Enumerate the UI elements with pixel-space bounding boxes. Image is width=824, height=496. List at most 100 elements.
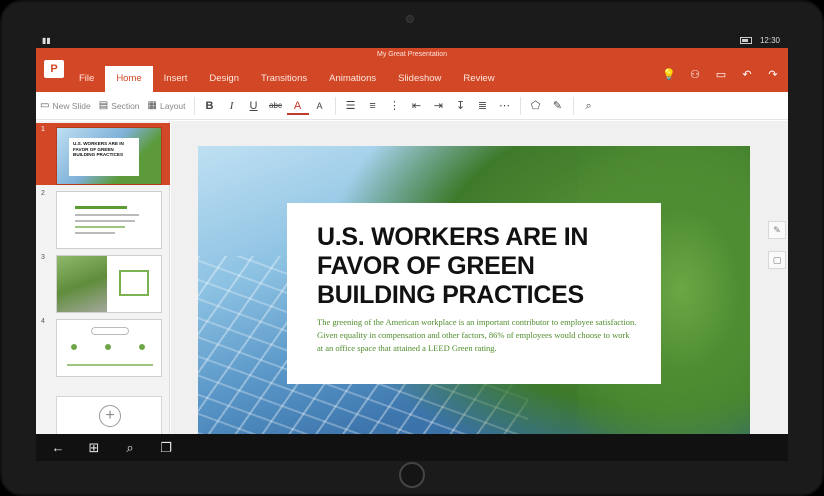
- thumbnail-line: [75, 232, 115, 234]
- slide-thumbnail-3[interactable]: [56, 255, 162, 313]
- underline-button[interactable]: U: [243, 95, 265, 117]
- format-painter-icon[interactable]: ✎: [547, 95, 569, 117]
- ribbon-divider: [334, 96, 336, 115]
- ribbon-divider: [572, 96, 574, 115]
- thumbnail-pill: [91, 327, 129, 335]
- camera-icon: [406, 15, 414, 23]
- windows-taskbar: ← ⊞ ⌕ ❐: [36, 434, 788, 461]
- layout-icon: ▦: [147, 100, 157, 111]
- slide-heading-line: U.S. WORKERS ARE IN: [317, 223, 589, 251]
- thumbnail-row[interactable]: 3: [36, 251, 170, 313]
- slide-heading-line: BUILDING PRACTICES: [317, 281, 584, 309]
- comments-icon[interactable]: ▢: [768, 251, 786, 269]
- screen: ▮▮ 12:30 My Great Presentation P File Ho…: [36, 34, 788, 461]
- thumbnail-caption: U.S. WORKERS ARE IN FAVOR OF GREEN BUILD…: [73, 141, 124, 157]
- new-slide-icon: ▭: [40, 100, 50, 111]
- edit-notes-icon[interactable]: ✎: [768, 221, 786, 239]
- find-icon[interactable]: ⌕: [578, 95, 600, 117]
- tab-transitions[interactable]: Transitions: [250, 66, 318, 92]
- align-icon[interactable]: ≣: [472, 95, 494, 117]
- text-direction-icon[interactable]: ↧: [450, 95, 472, 117]
- powerpoint-logo-icon: P: [44, 60, 64, 78]
- thumbnail-line: [75, 206, 127, 209]
- font-color-button[interactable]: A: [286, 97, 309, 115]
- slide-heading-line: FAVOR OF GREEN: [317, 252, 535, 280]
- multilevel-list-icon[interactable]: ⋮: [384, 95, 406, 117]
- side-tools: ✎ ▢: [766, 221, 788, 281]
- new-slide-button[interactable]: ▭ New Slide: [36, 95, 95, 117]
- highlight-button[interactable]: A: [309, 95, 331, 117]
- document-title: My Great Presentation: [376, 51, 448, 58]
- slide-thumbnail-1[interactable]: U.S. WORKERS ARE IN FAVOR OF GREEN BUILD…: [56, 127, 162, 185]
- thumbnail-dot: [105, 344, 111, 350]
- tab-animations[interactable]: Animations: [318, 66, 387, 92]
- italic-button[interactable]: I: [221, 95, 243, 117]
- slide-heading: U.S. WORKERS ARE IN FAVOR OF GREEN BUILD…: [317, 223, 645, 310]
- thumbnail-row[interactable]: 1 U.S. WORKERS ARE IN FAVOR OF GREEN BUI…: [36, 123, 170, 185]
- layout-button[interactable]: ▦ Layout: [144, 95, 190, 117]
- slide-text-box[interactable]: U.S. WORKERS ARE IN FAVOR OF GREEN BUILD…: [287, 203, 661, 384]
- present-icon[interactable]: ▭: [714, 68, 728, 82]
- strikethrough-button[interactable]: abc: [265, 95, 287, 117]
- redo-icon[interactable]: ↷: [766, 68, 780, 82]
- thumbnail-number: 2: [41, 190, 45, 197]
- shapes-icon[interactable]: ⬠: [525, 95, 547, 117]
- ribbon-divider: [519, 96, 521, 115]
- slide-canvas: U.S. WORKERS ARE IN FAVOR OF GREEN BUILD…: [171, 121, 788, 434]
- status-time: 12:30: [759, 36, 780, 45]
- thumbnail-line: [75, 214, 139, 216]
- slide-thumbnail-pane: 1 U.S. WORKERS ARE IN FAVOR OF GREEN BUI…: [36, 121, 170, 436]
- search-icon[interactable]: ⌕: [122, 440, 138, 456]
- back-icon[interactable]: ←: [50, 440, 66, 456]
- section-label: Section: [111, 100, 140, 111]
- undo-icon[interactable]: ↶: [740, 68, 754, 82]
- tab-home[interactable]: Home: [105, 66, 153, 92]
- thumbnail-number: 1: [41, 126, 45, 133]
- battery-icon: [740, 37, 752, 44]
- section-button[interactable]: ▤ Section: [95, 95, 144, 117]
- ribbon-tabs: File Home Insert Design Transitions Anim…: [68, 66, 506, 92]
- section-icon: ▤: [98, 100, 109, 111]
- increase-indent-icon[interactable]: ⇥: [428, 95, 450, 117]
- hardware-home-button[interactable]: [399, 462, 425, 488]
- thumbnail-row[interactable]: 4: [36, 315, 170, 377]
- thumbnail-line: [75, 220, 135, 222]
- thumbnail-arrow-graphic: [119, 270, 149, 296]
- current-slide[interactable]: U.S. WORKERS ARE IN FAVOR OF GREEN BUILD…: [198, 146, 750, 434]
- new-slide-label: New Slide: [52, 100, 91, 111]
- thumbnail-number: 4: [41, 318, 45, 325]
- ribbon-toolbar: ▭ New Slide ▤ Section ▦ Layout B I U abc A …: [36, 92, 788, 120]
- lightbulb-icon[interactable]: 💡: [662, 68, 676, 82]
- decrease-indent-icon[interactable]: ⇤: [406, 95, 428, 117]
- bullets-icon[interactable]: ☰: [340, 95, 362, 117]
- thumbnail-line: [67, 364, 153, 366]
- signal-icon: ▮▮: [42, 36, 51, 45]
- slide-thumbnail-4[interactable]: [56, 319, 162, 377]
- thumbnail-dot: [71, 344, 77, 350]
- more-paragraph-icon[interactable]: ⋯: [494, 95, 516, 117]
- tab-design[interactable]: Design: [198, 66, 250, 92]
- windows-start-icon[interactable]: ⊞: [86, 440, 102, 456]
- share-icon[interactable]: ⚇: [688, 68, 702, 82]
- plus-icon: +: [99, 405, 121, 427]
- tab-review[interactable]: Review: [452, 66, 505, 92]
- thumbnail-photo: [57, 256, 107, 312]
- title-actions: 💡 ⚇ ▭ ↶ ↷: [662, 68, 780, 82]
- tablet-device: ▮▮ 12:30 My Great Presentation P File Ho…: [0, 0, 824, 496]
- layout-label: Layout: [160, 100, 186, 111]
- tab-insert[interactable]: Insert: [153, 66, 199, 92]
- title-bar: My Great Presentation P File Home Insert…: [36, 48, 788, 92]
- slide-thumbnail-2[interactable]: [56, 191, 162, 249]
- thumbnail-dot: [139, 344, 145, 350]
- tab-file[interactable]: File: [68, 66, 105, 92]
- thumbnail-row[interactable]: 2: [36, 187, 170, 249]
- thumbnail-text-card: U.S. WORKERS ARE IN FAVOR OF GREEN BUILD…: [69, 138, 139, 176]
- status-bar: ▮▮ 12:30: [36, 34, 788, 48]
- numbering-icon[interactable]: ≡: [362, 95, 384, 117]
- task-view-icon[interactable]: ❐: [158, 440, 174, 456]
- tab-slideshow[interactable]: Slideshow: [387, 66, 452, 92]
- add-slide-button[interactable]: +: [56, 396, 162, 436]
- bold-button[interactable]: B: [199, 95, 221, 117]
- thumbnail-number: 3: [41, 254, 45, 261]
- thumbnail-line: [75, 226, 125, 228]
